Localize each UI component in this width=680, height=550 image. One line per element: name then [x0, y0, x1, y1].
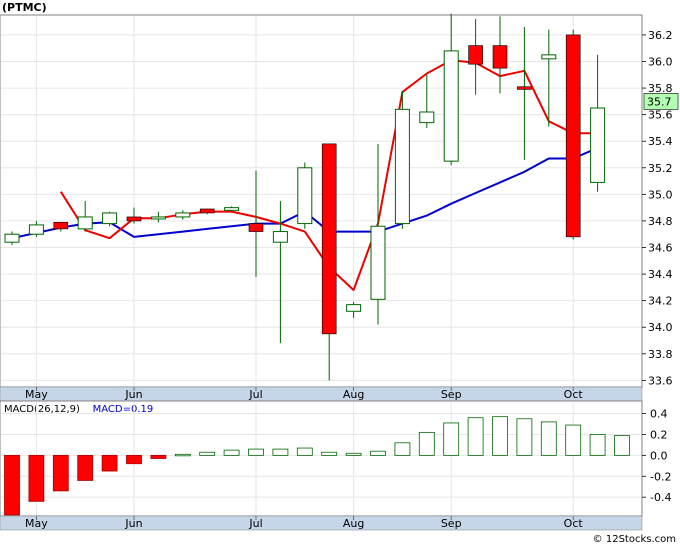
copyright-footer: © 12Stocks.com	[593, 534, 676, 545]
price-month-label: Jun	[124, 388, 142, 401]
candle-body-down	[321, 143, 337, 335]
last-price-marker: 35.7	[643, 93, 679, 110]
macd-bar-positive	[370, 450, 386, 456]
price-tick-label: 33.6	[648, 374, 673, 387]
macd-bar-positive	[492, 416, 508, 456]
macd-month-label: May	[25, 517, 48, 530]
macd-bar-positive	[614, 435, 630, 456]
price-axis: 33.6 33.8 34.0 34.2 34.4 34.6 34.8 35.0 35.2 35.4…	[642, 29, 673, 387]
price-tick-label: 34.4	[648, 268, 673, 281]
candle-body-up	[224, 207, 240, 211]
macd-month-strip	[0, 515, 643, 531]
macd-month-label: Jul	[248, 517, 262, 530]
macd-bar-positive	[589, 434, 606, 456]
candle-body-down	[492, 45, 508, 69]
macd-tick-label: -0.2	[650, 470, 671, 483]
macd-tick-label: 0.4	[650, 408, 668, 421]
price-month-label: May	[25, 388, 48, 401]
price-month-label: Jul	[248, 388, 262, 401]
candle-body-up	[394, 108, 410, 225]
macd-bar-positive	[345, 452, 362, 456]
candle-body-up	[346, 304, 362, 312]
macd-bar-positive	[199, 451, 216, 456]
candle-body-up	[370, 225, 386, 300]
macd-bar-positive	[174, 453, 191, 457]
macd-bar-positive	[540, 421, 557, 456]
price-tick-label: 35.4	[648, 135, 673, 148]
candle-body-down	[126, 216, 142, 222]
macd-panel	[0, 400, 643, 517]
price-tick-label: 34.0	[648, 321, 673, 334]
macd-bar-positive	[467, 417, 484, 456]
candle-body-up	[419, 111, 435, 124]
macd-tick-label: 0.0	[650, 449, 668, 462]
candle-body-up	[77, 216, 93, 230]
macd-month-label: Sep	[441, 517, 462, 530]
last-price-label: 35.7	[647, 95, 672, 108]
macd-bar-positive	[223, 449, 240, 456]
price-panel	[0, 14, 643, 388]
candle-body-down	[468, 45, 483, 65]
price-tick-label: 36.2	[648, 29, 673, 42]
candle-body-up	[297, 167, 313, 225]
candle-body-up	[102, 212, 118, 225]
macd-bar-positive	[272, 448, 289, 456]
macd-bar-positive	[248, 448, 264, 456]
macd-bar-positive	[418, 431, 435, 456]
macd-axis: 0.4 0.2 0.0 -0.2 -0.4	[642, 408, 671, 504]
candle-body-up	[541, 54, 557, 60]
candle-body-down	[517, 86, 532, 90]
price-month-label: Sep	[441, 388, 462, 401]
candle-body-up	[150, 216, 166, 220]
candle-body-up	[28, 224, 44, 235]
chart-stage: (PTMC) PTMCMA(13) 35.35MA(3) 35.46 33.63…	[0, 0, 680, 546]
macd-bar-negative	[77, 454, 94, 481]
candle-body-up	[4, 233, 20, 243]
price-month-label: Oct	[564, 388, 584, 401]
macd-bar-positive	[516, 418, 533, 456]
macd-tick-label: -0.4	[650, 491, 671, 504]
macd-bar-negative	[4, 454, 20, 516]
candle-body-up	[443, 50, 459, 162]
macd-bar-negative	[52, 454, 69, 492]
price-tick-label: 34.8	[648, 215, 673, 228]
macd-bar-positive	[565, 424, 582, 456]
macd-bar-positive	[394, 442, 411, 456]
candle-body-up	[175, 212, 191, 218]
macd-month-label: Oct	[564, 517, 584, 530]
macd-bar-negative	[150, 454, 167, 459]
price-tick-label: 36.0	[648, 56, 673, 69]
candle	[102, 211, 118, 227]
price-tick-label: 35.2	[648, 162, 673, 175]
macd-bar-negative	[28, 454, 45, 502]
candle	[297, 162, 313, 229]
candle-body-down	[53, 221, 69, 230]
macd-bar-negative	[101, 454, 118, 472]
macd-month-label: Aug	[343, 517, 364, 530]
price-tick-label: 34.6	[648, 242, 673, 255]
candle-body-up	[272, 231, 288, 243]
stock-chart: (PTMC) PTMCMA(13) 35.35MA(3) 35.46 33.63…	[0, 1, 679, 545]
macd-month-label: Jun	[124, 517, 142, 530]
price-tick-label: 35.0	[648, 188, 673, 201]
macd-bar-positive	[296, 447, 313, 456]
price-tick-label: 33.8	[648, 348, 673, 361]
macd-tick-label: 0.2	[650, 428, 668, 441]
candle-body-up	[590, 107, 606, 183]
macd-bar-positive	[321, 451, 338, 456]
price-tick-label: 34.2	[648, 295, 673, 308]
candle	[394, 90, 410, 229]
price-month-strip	[0, 386, 643, 402]
candle	[565, 29, 581, 240]
price-tick-label: 35.6	[648, 109, 673, 122]
candle-body-down	[199, 208, 215, 214]
macd-bar-positive	[443, 422, 460, 456]
candle-body-down	[565, 34, 581, 238]
ticker-symbol: (PTMC)	[2, 1, 47, 14]
candle-body-down	[248, 223, 264, 232]
price-month-label: Aug	[343, 388, 364, 401]
macd-bar-negative	[126, 454, 142, 465]
